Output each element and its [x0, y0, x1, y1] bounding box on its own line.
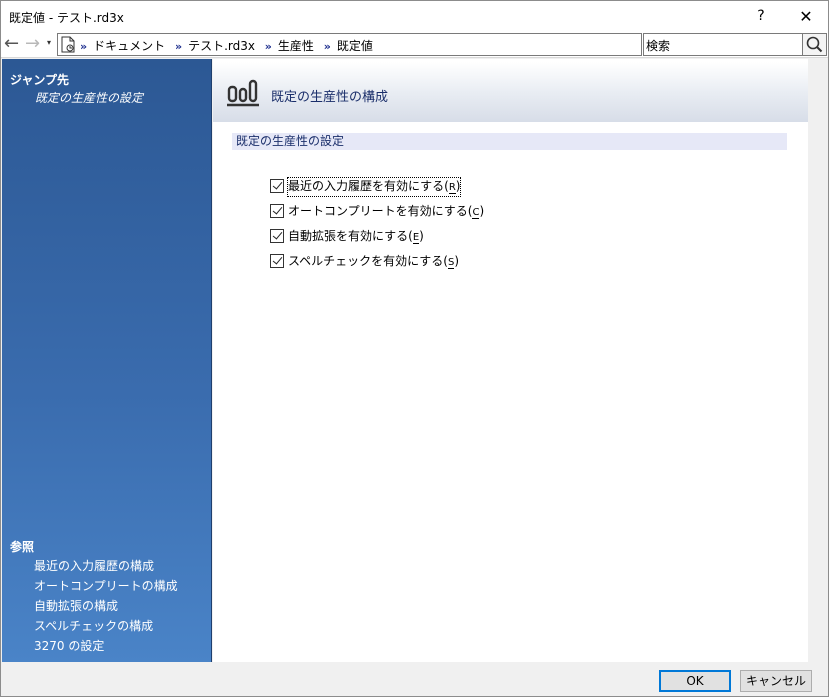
reference-heading: 参照 — [10, 540, 35, 554]
search-button[interactable] — [803, 33, 827, 56]
option-label: 自動拡張を有効にする(E) — [288, 229, 424, 244]
ok-button[interactable]: OK — [659, 670, 731, 692]
option-label: スペルチェックを有効にする(S) — [288, 254, 460, 269]
breadcrumb-separator: » — [323, 40, 331, 53]
checkbox-spellcheck[interactable] — [270, 254, 284, 268]
breadcrumb-separator: » — [264, 40, 272, 53]
breadcrumb-item[interactable]: テスト.rd3x — [188, 39, 255, 53]
reference-list: 最近の入力履歴の構成 オートコンプリートの構成 自動拡張の構成 スペルチェックの… — [34, 558, 178, 658]
page-title: 既定の生産性の構成 — [271, 90, 389, 105]
reference-link-recent-history[interactable]: 最近の入力履歴の構成 — [34, 558, 178, 578]
navigation-bar: ← → ▾ » ドキュメント » テスト.rd3x » 生産性 » 既定値 検索 — [1, 32, 828, 58]
close-button[interactable]: ✕ — [786, 1, 826, 32]
title-bar: 既定値 - テスト.rd3x ? ✕ — [1, 1, 828, 32]
reference-link-autoexpand[interactable]: 自動拡張の構成 — [34, 598, 178, 618]
dialog-footer: OK キャンセル — [1, 662, 828, 696]
cancel-button[interactable]: キャンセル — [740, 670, 812, 692]
productivity-chart-icon — [227, 79, 259, 107]
document-icon — [61, 36, 75, 53]
breadcrumb-item[interactable]: ドキュメント — [93, 39, 165, 53]
breadcrumb-item[interactable]: 既定値 — [337, 39, 373, 53]
breadcrumb-separator: » — [174, 40, 183, 53]
dialog-window: 既定値 - テスト.rd3x ? ✕ ← → ▾ » ドキュメント » テスト.rd… — [0, 0, 829, 697]
back-arrow-icon[interactable]: ← — [4, 34, 19, 54]
search-icon — [806, 36, 823, 53]
breadcrumb: » ドキュメント » テスト.rd3x » 生産性 » 既定値 — [78, 37, 377, 54]
jump-to-heading: ジャンプ先 — [10, 73, 70, 87]
content-pane: 既定の生産性の構成 既定の生産性の設定 最近の入力履歴を有効にする(R) オート… — [213, 59, 808, 662]
checkbox-recent-history[interactable] — [270, 179, 284, 193]
option-label: 最近の入力履歴を有効にする(R) — [286, 177, 462, 197]
help-button[interactable]: ? — [741, 1, 781, 32]
breadcrumb-item[interactable]: 生産性 — [278, 39, 314, 53]
reference-link-spellcheck[interactable]: スペルチェックの構成 — [34, 618, 178, 638]
window-title: 既定値 - テスト.rd3x — [9, 11, 124, 25]
scroll-gutter — [808, 59, 828, 662]
checkbox-autocomplete[interactable] — [270, 204, 284, 218]
history-dropdown-icon[interactable]: ▾ — [47, 38, 51, 47]
reference-link-autocomplete[interactable]: オートコンプリートの構成 — [34, 578, 178, 598]
jump-link-productivity-settings[interactable]: 既定の生産性の設定 — [35, 89, 143, 106]
breadcrumb-separator: » — [80, 40, 88, 53]
page-header: 既定の生産性の構成 — [213, 62, 808, 122]
address-bar[interactable]: » ドキュメント » テスト.rd3x » 生産性 » 既定値 — [57, 33, 642, 56]
forward-arrow-icon[interactable]: → — [25, 34, 40, 54]
search-input[interactable]: 検索 — [643, 33, 803, 56]
checkbox-autoexpand[interactable] — [270, 229, 284, 243]
section-heading: 既定の生産性の設定 — [232, 133, 787, 150]
reference-link-3270-settings[interactable]: 3270 の設定 — [34, 638, 178, 658]
option-label: オートコンプリートを有効にする(C) — [288, 204, 485, 219]
sidebar: ジャンプ先 既定の生産性の設定 参照 最近の入力履歴の構成 オートコンプリートの… — [2, 59, 212, 665]
